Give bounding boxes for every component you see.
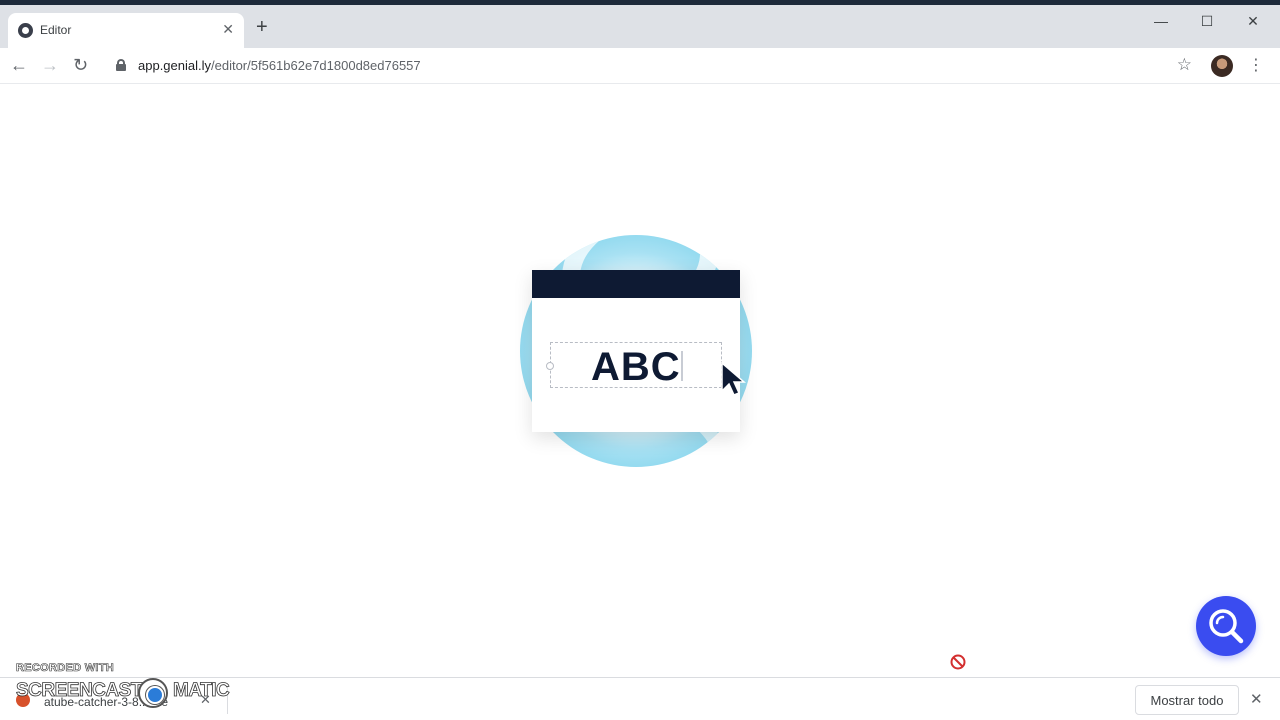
text-box-selection: ABC — [546, 342, 722, 389]
url-text[interactable]: app.genial.ly/editor/5f561b62e7d1800d8ed… — [138, 58, 421, 73]
browser-menu-icon[interactable]: ⋮ — [1248, 56, 1264, 76]
watermark-recorded-with: RECORDED WITH — [16, 662, 115, 675]
maximize-button[interactable]: ☐ — [1197, 13, 1217, 30]
screencast-watermark: RECORDED WITH SCREENCAST MATIC — [16, 660, 246, 710]
browser-toolbar: ← → ↻ app.genial.ly/editor/5f561b62e7d18… — [0, 48, 1280, 84]
minimize-button[interactable]: — — [1151, 13, 1171, 29]
screencast-logo-icon — [138, 678, 168, 708]
close-window-button[interactable]: ✕ — [1243, 13, 1263, 30]
tab-title: Editor — [40, 23, 72, 37]
genially-favicon-icon — [18, 23, 33, 38]
address-bar[interactable]: app.genial.ly/editor/5f561b62e7d1800d8ed… — [104, 52, 1200, 80]
new-tab-button[interactable]: + — [256, 17, 268, 37]
bookmark-star-icon[interactable]: ☆ — [1177, 55, 1192, 75]
sample-text: ABC — [591, 345, 681, 389]
tab-editor[interactable]: Editor ✕ — [8, 13, 244, 48]
watermark-matic: MATIC — [173, 680, 231, 702]
editor-loading-illustration: ABC — [520, 235, 752, 467]
reload-button[interactable]: ↻ — [73, 56, 88, 74]
slide-card: ABC — [532, 270, 740, 432]
search-icon — [1209, 609, 1244, 644]
url-path: /editor/5f561b62e7d1800d8ed76557 — [211, 58, 421, 73]
show-all-button[interactable]: Mostrar todo — [1135, 685, 1239, 715]
text-caret — [681, 351, 683, 381]
back-button[interactable]: ← — [10, 56, 28, 74]
url-host: app.genial.ly — [138, 58, 211, 73]
watermark-screencast: SCREENCAST — [16, 680, 143, 702]
mouse-pointer-icon — [721, 361, 747, 396]
tab-close-icon[interactable]: ✕ — [222, 21, 234, 38]
resize-handle-icon — [546, 362, 554, 370]
downloads-bar-close-icon[interactable]: ✕ — [1250, 690, 1263, 708]
search-help-button[interactable] — [1196, 596, 1256, 656]
profile-avatar[interactable] — [1211, 55, 1233, 77]
tab-bar: Editor ✕ + — ☐ ✕ — [0, 5, 1280, 48]
not-allowed-icon — [950, 654, 966, 670]
lock-icon[interactable] — [116, 59, 126, 71]
slide-card-header — [532, 270, 740, 298]
forward-button[interactable]: → — [41, 56, 59, 74]
